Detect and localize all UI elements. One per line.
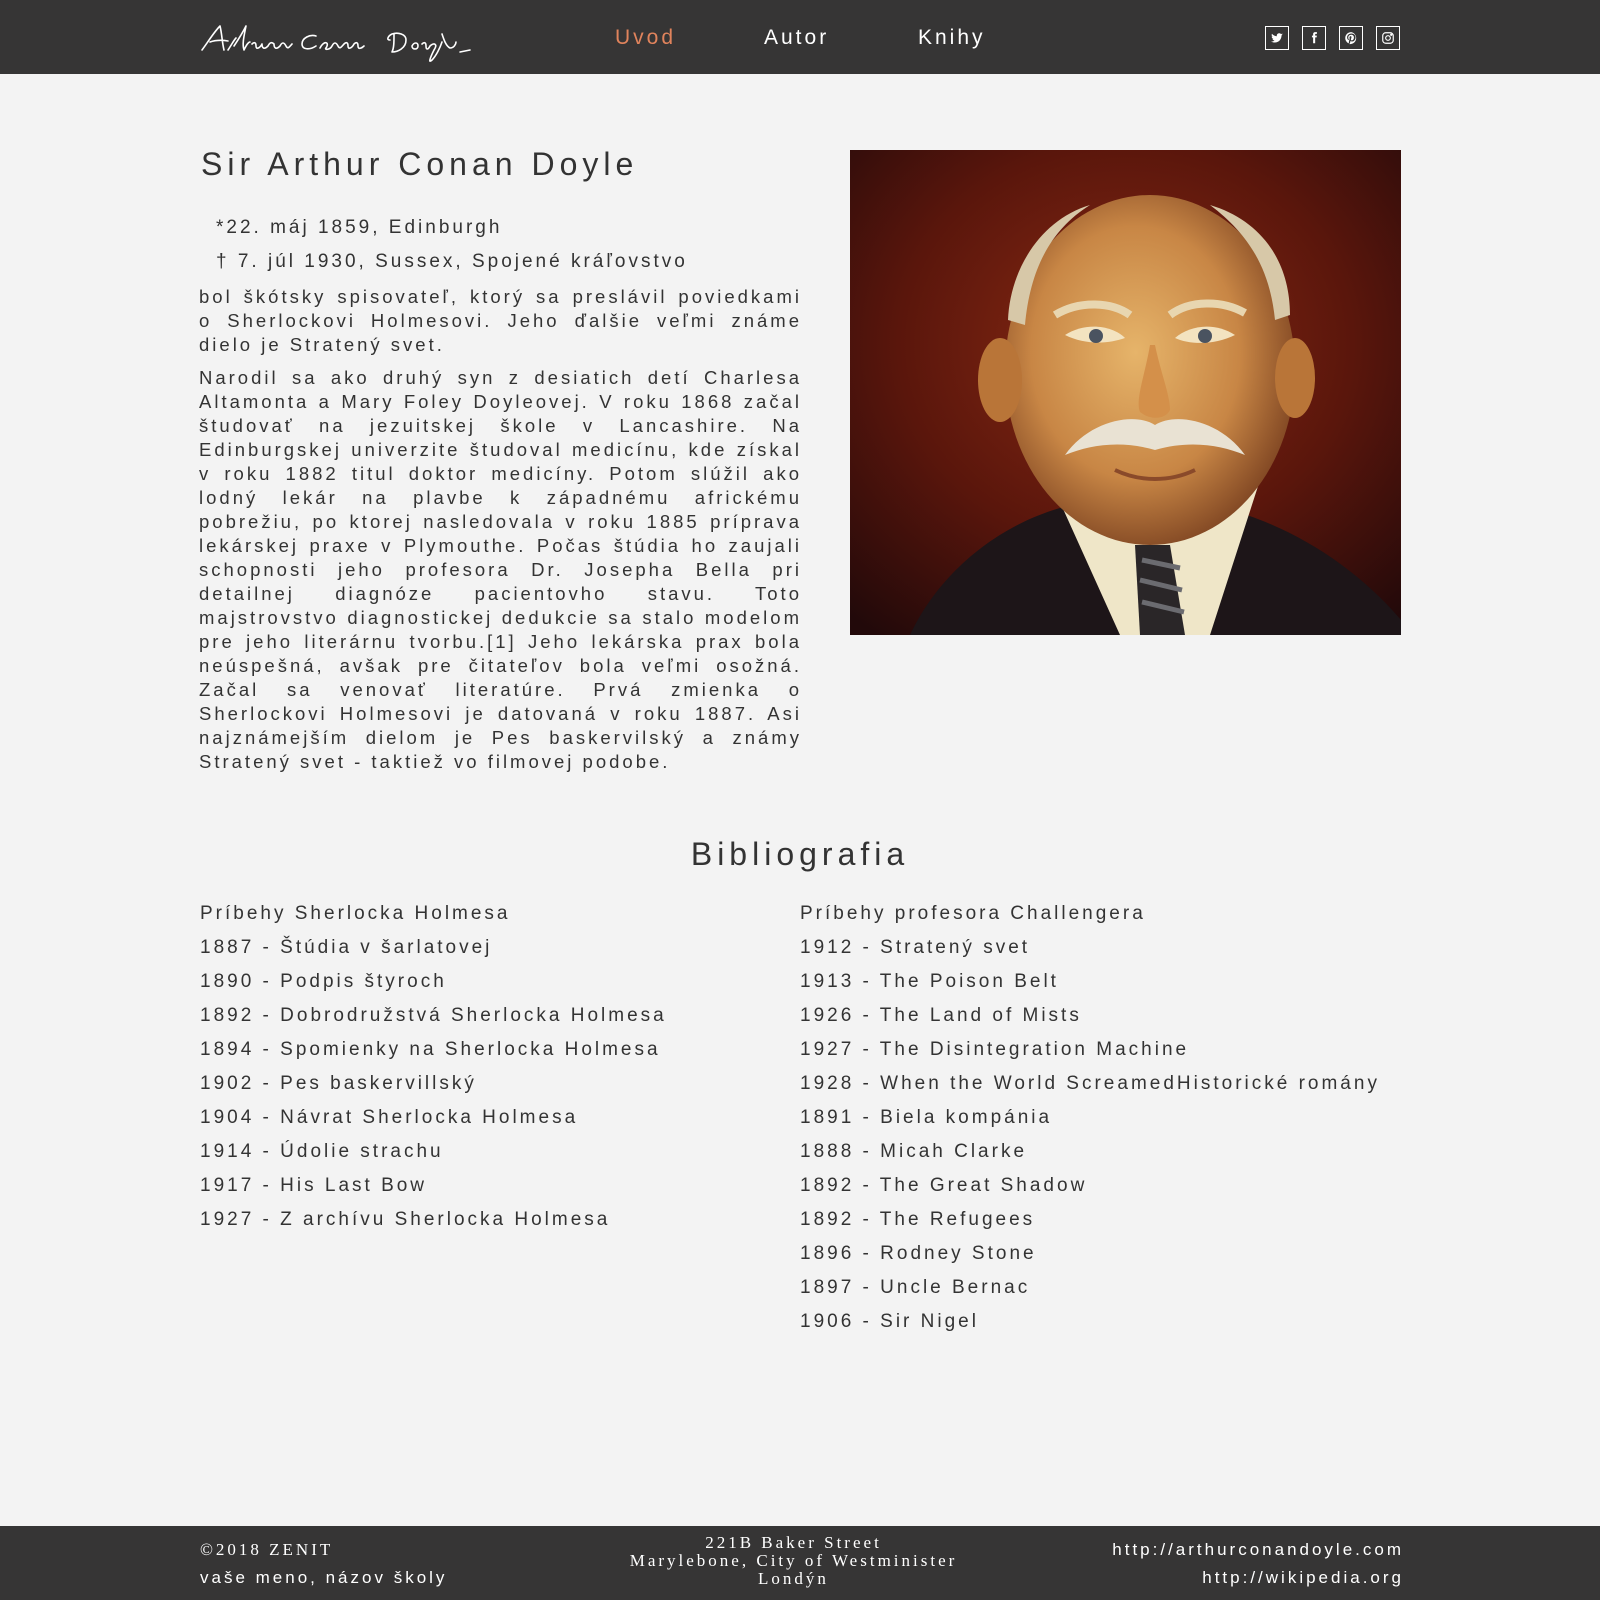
- site-header: Uvod Autor Knihy: [0, 0, 1600, 74]
- challenger-books-list: Príbehy profesora Challengera 1912 - Str…: [800, 900, 1380, 1342]
- list-item: 1892 - The Great Shadow: [800, 1175, 1088, 1196]
- list-item: 1896 - Rodney Stone: [800, 1243, 1037, 1264]
- list-heading: Príbehy Sherlocka Holmesa: [200, 903, 511, 924]
- list-item: 1891 - Biela kompánia: [800, 1107, 1053, 1128]
- list-item: 1913 - The Poison Belt: [800, 971, 1059, 992]
- list-item: 1904 - Návrat Sherlocka Holmesa: [200, 1107, 579, 1128]
- list-item: 1917 - His Last Bow: [200, 1175, 428, 1196]
- list-item: 1897 - Uncle Bernac: [800, 1277, 1031, 1298]
- footer-credits: ©2018 ZENIT vaše meno, názov školy: [200, 1536, 447, 1592]
- address-line: 221B Baker Street: [705, 1533, 882, 1552]
- list-item: 1890 - Podpis štyroch: [200, 971, 447, 992]
- list-heading: Príbehy profesora Challengera: [800, 903, 1146, 924]
- list-item: 1927 - The Disintegration Machine: [800, 1039, 1190, 1060]
- address-line: Londýn: [758, 1569, 829, 1588]
- sherlock-books-list: Príbehy Sherlocka Holmesa 1887 - Štúdia …: [200, 900, 667, 1240]
- facebook-icon[interactable]: [1302, 26, 1326, 50]
- list-item: 1894 - Spomienky na Sherlocka Holmesa: [200, 1039, 661, 1060]
- nav-uvod[interactable]: Uvod: [615, 24, 676, 52]
- list-item: 1926 - The Land of Mists: [800, 1005, 1082, 1026]
- list-item: 1906 - Sir Nigel: [800, 1311, 979, 1332]
- list-item: 1902 - Pes baskervillský: [200, 1073, 477, 1094]
- bibliography-title: Bibliografia: [690, 836, 910, 872]
- list-item: 1912 - Stratený svet: [800, 937, 1031, 958]
- list-item: 1927 - Z archívu Sherlocka Holmesa: [200, 1209, 611, 1230]
- site-footer: ©2018 ZENIT vaše meno, názov školy 221B …: [0, 1526, 1600, 1600]
- wikipedia-link[interactable]: http://wikipedia.org: [1112, 1564, 1404, 1592]
- address-line: Marylebone, City of Westminister: [629, 1551, 958, 1570]
- twitter-icon[interactable]: [1265, 26, 1289, 50]
- intro-paragraph: bol škótsky spisovateľ, ktorý sa presláv…: [199, 286, 802, 355]
- author-portrait: [850, 150, 1401, 635]
- instagram-icon[interactable]: [1376, 26, 1400, 50]
- official-site-link[interactable]: http://arthurconandoyle.com: [1112, 1536, 1404, 1564]
- birth-info: *22. máj 1859, Edinburgh: [216, 217, 503, 238]
- list-item: 1892 - Dobrodružstvá Sherlocka Holmesa: [200, 1005, 667, 1026]
- footer-links: http://arthurconandoyle.com http://wikip…: [1112, 1536, 1404, 1592]
- footer-address: 221B Baker Street Marylebone, City of We…: [560, 1534, 1027, 1588]
- biography-paragraph: Narodil sa ako druhý syn z desiatich det…: [199, 367, 802, 772]
- school-text: vaše meno, názov školy: [200, 1568, 448, 1587]
- list-item: 1887 - Štúdia v šarlatovej: [200, 937, 493, 958]
- nav-knihy[interactable]: Knihy: [918, 24, 986, 52]
- page-title: Sir Arthur Conan Doyle: [201, 146, 639, 182]
- death-info: † 7. júl 1930, Sussex, Spojené kráľovstv…: [216, 251, 688, 272]
- list-item: 1892 - The Refugees: [800, 1209, 1036, 1230]
- list-item: 1914 - Údolie strachu: [200, 1141, 444, 1162]
- copyright-text: ©2018 ZENIT: [200, 1540, 334, 1559]
- signature-logo[interactable]: [198, 12, 473, 64]
- list-item: 1888 - Micah Clarke: [800, 1141, 1028, 1162]
- list-item: 1928 - When the World ScreamedHistorické…: [800, 1073, 1380, 1094]
- nav-autor[interactable]: Autor: [764, 24, 829, 52]
- pinterest-icon[interactable]: [1339, 26, 1363, 50]
